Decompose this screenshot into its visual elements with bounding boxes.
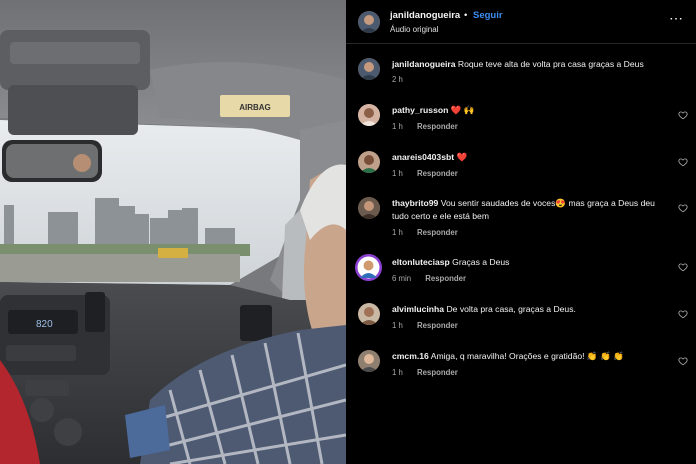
comment-meta: 1 h Responder [392, 368, 458, 377]
comment-time: 1 h [392, 169, 403, 178]
video-player[interactable]: AIRBAG 820 [0, 0, 346, 464]
reply-button[interactable]: Responder [417, 169, 458, 178]
more-horizontal-icon[interactable]: ⋯ [669, 10, 684, 27]
comment-time: 1 h [392, 228, 403, 237]
like-heart-icon[interactable] [678, 203, 688, 213]
video-frame: AIRBAG 820 [0, 0, 346, 464]
like-heart-icon[interactable] [678, 262, 688, 272]
audio-label[interactable]: Áudio original [390, 25, 438, 34]
comment-text: alvimlucinha De volta pra casa, graças a… [392, 303, 674, 316]
caption-username[interactable]: janildanogueira [392, 59, 456, 69]
author-avatar[interactable] [358, 11, 380, 33]
post-header: janildanogueira • Seguir Áudio original … [346, 0, 696, 44]
comment-text: cmcm.16 Amiga, q maravilha! Orações e gr… [392, 350, 674, 363]
reply-button[interactable]: Responder [417, 321, 458, 330]
comment-username[interactable]: thaybrito99 [392, 198, 438, 208]
like-heart-icon[interactable] [678, 356, 688, 366]
comment-time: 1 h [392, 368, 403, 377]
follow-button[interactable]: Seguir [473, 10, 503, 21]
comment-username[interactable]: anareis0403sbt [392, 152, 454, 162]
comment-meta: 1 h Responder [392, 169, 458, 178]
comment-body: De volta pra casa, graças a Deus. [444, 304, 576, 314]
comment-text: eltonluteciasp Graças a Deus [392, 256, 674, 269]
comment-time: 6 min [392, 274, 412, 283]
caption-time: 2 h [392, 75, 403, 84]
comment-time: 1 h [392, 122, 403, 131]
comment-username[interactable]: eltonluteciasp [392, 257, 450, 267]
like-heart-icon[interactable] [678, 157, 688, 167]
author-username[interactable]: janildanogueira [390, 10, 460, 21]
comment-text: anareis0403sbt ❤️ [392, 151, 674, 164]
comment-avatar[interactable] [358, 151, 380, 173]
reply-button[interactable]: Responder [425, 274, 466, 283]
comment-username[interactable]: alvimlucinha [392, 304, 444, 314]
airbag-label: AIRBAG [239, 103, 271, 112]
comment-text: pathy_russon ❤️ 🙌 [392, 104, 674, 117]
comment-time: 1 h [392, 321, 403, 330]
comment-username[interactable]: pathy_russon [392, 105, 448, 115]
comment-body: Graças a Deus [449, 257, 510, 267]
comment-avatar[interactable] [358, 303, 380, 325]
like-heart-icon[interactable] [678, 309, 688, 319]
comment-text: thaybrito99 Vou sentir saudades de voces… [392, 197, 674, 223]
caption-body: Roque teve alta de volta pra casa graças… [457, 59, 644, 69]
comment-meta: 1 h Responder [392, 321, 458, 330]
comment-avatar[interactable] [358, 197, 380, 219]
like-heart-icon[interactable] [678, 110, 688, 120]
reply-button[interactable]: Responder [417, 368, 458, 377]
comment-body: ❤️ 🙌 [448, 105, 475, 115]
radio-display: 820 [36, 319, 53, 330]
comment-meta: 6 min Responder [392, 274, 466, 283]
comment-avatar[interactable] [355, 254, 382, 281]
caption-text: janildanogueira Roque teve alta de volta… [392, 58, 674, 71]
comment-meta: 1 h Responder [392, 122, 458, 131]
reply-button[interactable]: Responder [417, 228, 458, 237]
comment-body: ❤️ [454, 152, 468, 162]
comments-panel: janildanogueira • Seguir Áudio original … [346, 0, 696, 464]
separator-dot: • [464, 10, 468, 21]
comment-avatar[interactable] [358, 104, 380, 126]
comment-avatar[interactable] [358, 350, 380, 372]
caption-avatar[interactable] [358, 58, 380, 80]
comment-meta: 1 h Responder [392, 228, 458, 237]
comment-body: Amiga, q maravilha! Orações e gratidão! … [428, 351, 624, 361]
comment-username[interactable]: cmcm.16 [392, 351, 429, 361]
reply-button[interactable]: Responder [417, 122, 458, 131]
